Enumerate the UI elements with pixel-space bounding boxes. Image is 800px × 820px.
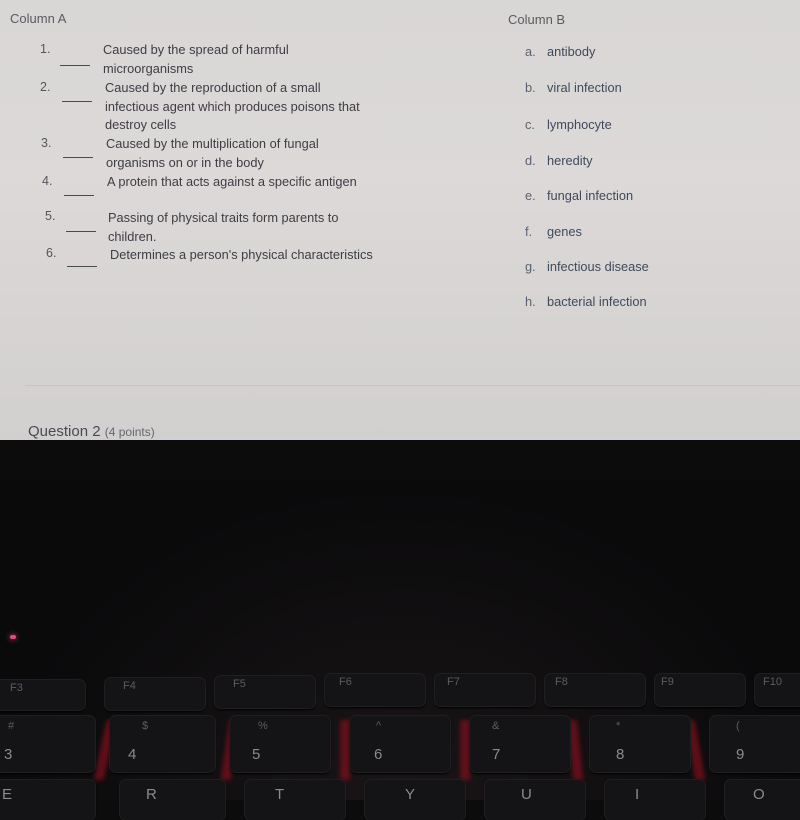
taskbar xyxy=(158,438,800,440)
answer-blank[interactable] xyxy=(66,231,96,232)
power-indicator-light xyxy=(10,635,16,639)
laptop-keyboard: F3 F4 F5 F6 F7 F8 F9 F10 #3 $4 % 5 ^ 6 & 7 … xyxy=(0,480,800,820)
option-d: d. heredity xyxy=(525,153,593,168)
key-f7[interactable]: F7 xyxy=(435,674,535,706)
item-text: Caused by the multiplication of fungal o… xyxy=(106,136,319,170)
key-f3[interactable]: F3 xyxy=(0,680,85,710)
key-f4[interactable]: F4 xyxy=(105,678,205,710)
item-number: 6. xyxy=(46,246,57,260)
key-f9[interactable]: F9 xyxy=(655,674,745,706)
item-number: 2. xyxy=(40,80,51,94)
key-7[interactable]: & 7 xyxy=(470,716,570,772)
key-o[interactable]: O xyxy=(725,780,800,820)
key-f5[interactable]: F5 xyxy=(215,676,315,708)
item-text: Caused by the reproduction of a small in… xyxy=(105,80,360,132)
key-6[interactable]: ^ 6 xyxy=(350,716,450,772)
key-f8[interactable]: F8 xyxy=(545,674,645,706)
item-text: Caused by the spread of harmful microorg… xyxy=(103,42,289,76)
key-8[interactable]: * 8 xyxy=(590,716,690,772)
key-u[interactable]: U xyxy=(485,780,585,820)
item-number: 3. xyxy=(41,136,52,150)
option-f: f. genes xyxy=(525,224,582,239)
key-t[interactable]: T xyxy=(245,780,345,820)
screen: Column A Column B 1. Caused by the sprea… xyxy=(0,0,800,440)
key-4[interactable]: $4 xyxy=(110,716,215,772)
item-number: 4. xyxy=(42,174,53,188)
option-e: e. fungal infection xyxy=(525,188,634,203)
option-h: h. bacterial infection xyxy=(525,294,647,309)
option-g: g. infectious disease xyxy=(525,259,649,274)
key-e[interactable]: E xyxy=(0,780,95,820)
column-b-title: Column B xyxy=(508,12,566,27)
answer-blank[interactable] xyxy=(62,101,92,102)
item-text: Passing of physical traits form parents … xyxy=(108,210,339,244)
key-f10[interactable]: F10 xyxy=(755,674,800,706)
key-9[interactable]: (9 xyxy=(710,716,800,772)
answer-blank[interactable] xyxy=(63,157,93,158)
item-number: 1. xyxy=(40,42,51,56)
answer-blank[interactable] xyxy=(67,266,97,267)
item-text: A protein that acts against a specific a… xyxy=(107,174,357,189)
key-i[interactable]: I xyxy=(605,780,705,820)
answer-blank[interactable] xyxy=(64,195,94,196)
key-f6[interactable]: F6 xyxy=(325,674,425,706)
key-3[interactable]: #3 xyxy=(0,716,95,772)
answer-blank[interactable] xyxy=(60,65,90,66)
backlight-glow xyxy=(340,720,350,780)
section-divider xyxy=(25,385,800,386)
item-text: Determines a person's physical character… xyxy=(110,247,373,262)
question-2-heading: Question 2 (4 points) xyxy=(28,423,155,440)
key-5[interactable]: % 5 xyxy=(230,716,330,772)
item-number: 5. xyxy=(45,209,56,223)
key-r[interactable]: R xyxy=(120,780,225,820)
option-a: a. antibody xyxy=(525,44,596,59)
key-y[interactable]: Y xyxy=(365,780,465,820)
backlight-glow xyxy=(460,720,470,780)
option-b: b. viral infection xyxy=(525,80,622,95)
column-a-title: Column A xyxy=(10,11,67,26)
option-c: c. lymphocyte xyxy=(525,117,612,132)
